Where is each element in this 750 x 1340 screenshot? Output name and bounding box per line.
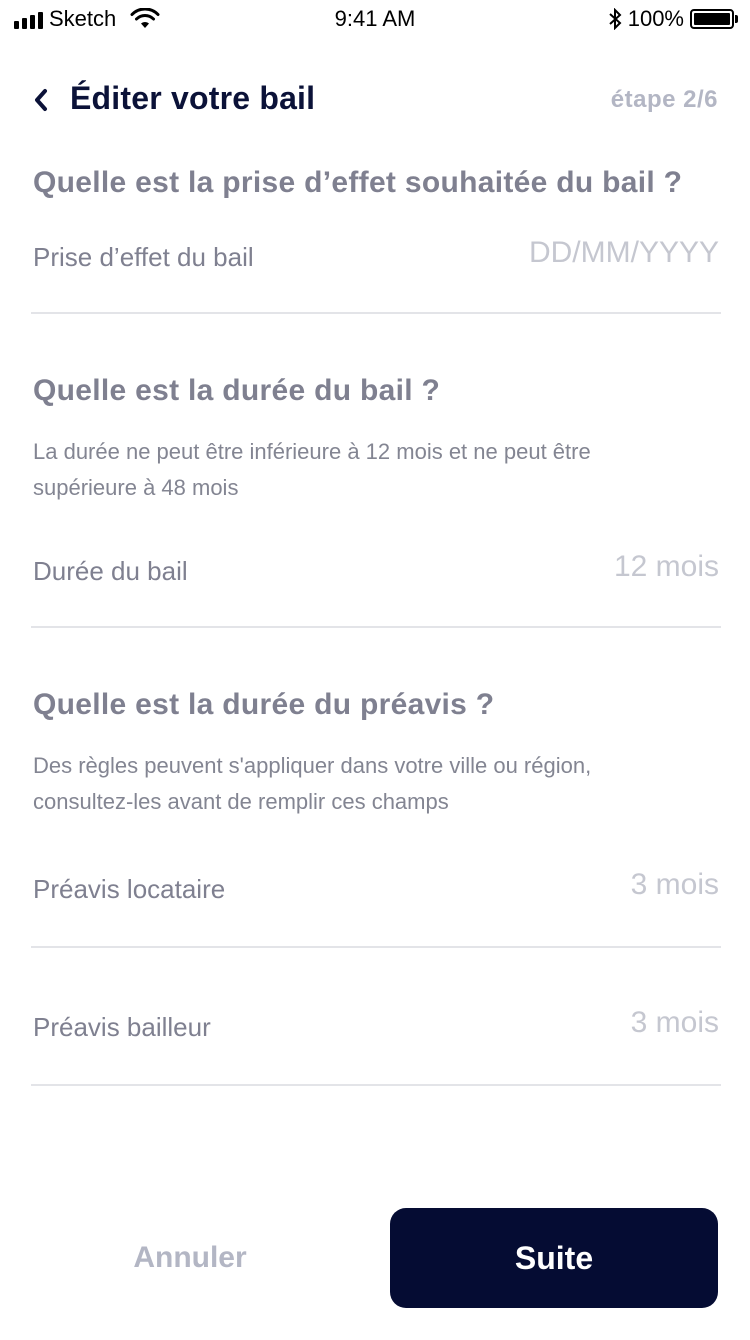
chevron-left-icon[interactable] [32,88,50,112]
status-right: 100% [608,6,738,32]
battery-nub [735,15,738,23]
notice-helper-line1: Des règles peuvent s'appliquer dans votr… [33,753,592,778]
battery-icon [690,9,734,29]
start-date-field[interactable]: Prise d’effet du bail [31,232,721,314]
duration-label: Durée du bail [33,556,188,586]
duration-helper-line2: supérieure à 48 mois [33,475,239,500]
duration-helper-line1: La durée ne peut être inférieure à 12 mo… [33,439,591,464]
duration-field[interactable]: Durée du bail [31,546,721,628]
tenant-notice-label: Préavis locataire [33,874,226,904]
header: Éditer votre bail étape 2/6 [0,70,750,130]
duration-input[interactable] [419,550,719,584]
next-button[interactable]: Suite [390,1208,718,1308]
notice-helper: Des règles peuvent s'appliquer dans votr… [33,748,713,820]
duration-helper: La durée ne peut être inférieure à 12 mo… [33,434,713,506]
tenant-notice-field[interactable]: Préavis locataire [31,864,721,948]
landlord-notice-label: Préavis bailleur [33,1012,211,1042]
cancel-button[interactable]: Annuler [60,1208,320,1308]
page-title: Éditer votre bail [70,80,316,116]
start-date-input[interactable] [419,236,719,270]
step-indicator: étape 2/6 [610,86,718,113]
start-date-question: Quelle est la prise d’effet souhaitée du… [33,166,683,199]
start-date-label: Prise d’effet du bail [33,242,254,272]
battery-percentage: 100% [627,6,684,31]
tenant-notice-input[interactable] [419,868,719,902]
notice-question: Quelle est la durée du préavis ? [33,688,495,721]
bluetooth-icon [609,8,622,30]
landlord-notice-field[interactable]: Préavis bailleur [31,1002,721,1086]
landlord-notice-input[interactable] [419,1006,719,1040]
duration-question: Quelle est la durée du bail ? [33,374,441,407]
notice-helper-line2: consultez-les avant de remplir ces champ… [33,789,449,814]
status-bar: Sketch 9:41 AM 100% [0,0,750,40]
